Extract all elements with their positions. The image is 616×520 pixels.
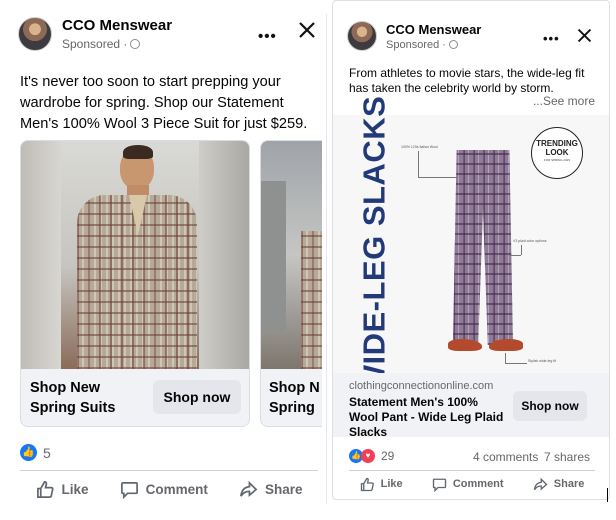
carousel-card[interactable]: Shop New Spring Suits Shop now [20,140,250,427]
globe-icon [130,39,141,49]
brand-name[interactable]: CCO Menswear [386,22,481,37]
share-button[interactable]: Share [533,477,585,492]
comments-count[interactable]: 4 comments [473,450,538,464]
comment-label: Comment [145,481,208,497]
link-domain[interactable]: clothingconnectiononline.com [349,380,493,392]
share-icon [533,477,548,490]
see-more-link[interactable]: ...See more [533,94,595,108]
suit-photo[interactable] [21,141,249,369]
share-button[interactable]: Share [239,480,303,499]
callout-text: V3 plaid color options [513,239,547,243]
avatar[interactable] [347,21,377,51]
post-text: From athletes to movie stars, the wide-l… [349,66,585,95]
comment-icon [120,481,138,499]
globe-icon [448,40,458,49]
carousel-card[interactable]: Shop N Spring [260,140,322,427]
card-title-line2[interactable]: Spring Suits [30,400,115,417]
action-bar: Like Comment Share [20,476,318,502]
post-header: CCO Menswear Sponsored · [18,17,172,51]
badge-line2: LOOK [545,148,569,157]
shop-now-button[interactable]: Shop now [153,380,241,414]
reaction-summary[interactable]: 👍 5 [20,444,51,461]
shoe [489,339,523,351]
trending-badge: TRENDING LOOK FOR SPRING 2023 [531,127,583,179]
like-button[interactable]: Like [36,480,89,499]
share-icon [239,480,258,497]
like-button[interactable]: Like [360,477,403,492]
trousers-image [453,150,513,345]
divider [20,470,318,471]
divider [349,470,595,471]
share-label: Share [553,478,585,490]
close-icon[interactable] [574,27,594,49]
callout-text: Stylish wide-leg fit [528,359,557,363]
card-title-line1[interactable]: Shop N [269,380,320,397]
reaction-count: 5 [43,444,51,461]
sponsored-label: Sponsored · [386,38,446,51]
like-reaction-icon: 👍 [20,444,37,461]
comment-icon [432,478,447,492]
sponsored-post-left: CCO Menswear Sponsored · ••• It's never … [6,0,322,512]
like-label: Like [380,478,403,490]
callout-text: 100% 120s Italian Wool [401,145,438,149]
divider [326,14,327,504]
suit-photo[interactable] [261,141,322,369]
close-icon[interactable] [296,20,318,45]
badge-line3: FOR SPRING 2023 [543,158,571,162]
brand-name[interactable]: CCO Menswear [62,17,172,34]
comment-label: Comment [452,478,504,490]
sponsored-label: Sponsored · [62,37,128,51]
reaction-count: 29 [381,449,395,463]
comment-button[interactable]: Comment [432,477,504,492]
ad-headline: WIDE-LEG SLACKS [356,95,391,395]
post-header: CCO Menswear Sponsored · [347,21,481,51]
card-title-line1[interactable]: Shop New [30,380,100,397]
action-bar: Like Comment Share [345,473,599,495]
badge-line1: TRENDING [536,139,578,148]
share-label: Share [264,481,303,497]
thumbs-up-icon [36,480,54,498]
more-options-icon[interactable]: ••• [258,28,277,45]
like-label: Like [61,481,89,497]
text-cursor [607,488,608,502]
shoe [448,339,482,351]
more-options-icon[interactable]: ••• [543,31,560,46]
ad-image[interactable]: WIDE-LEG SLACKS 100% 120s Italian Wool V… [333,96,609,394]
avatar[interactable] [18,17,52,51]
love-reaction-icon: ♥ [361,449,375,463]
reaction-summary[interactable]: 👍 ♥ 29 [349,449,394,463]
comment-button[interactable]: Comment [120,480,208,499]
shop-now-button[interactable]: Shop now [513,391,587,421]
sponsored-post-right: CCO Menswear Sponsored · ••• From athlet… [332,0,610,500]
shares-count[interactable]: 7 shares [544,450,590,464]
link-preview[interactable]: clothingconnectiononline.com Statement M… [333,373,609,440]
link-title[interactable]: Statement Men's 100% Wool Pant - Wide Le… [349,395,509,440]
thumbs-up-icon [360,477,374,491]
post-text: It's never too soon to start prepping yo… [20,74,308,132]
card-title-line2[interactable]: Spring [269,400,315,417]
